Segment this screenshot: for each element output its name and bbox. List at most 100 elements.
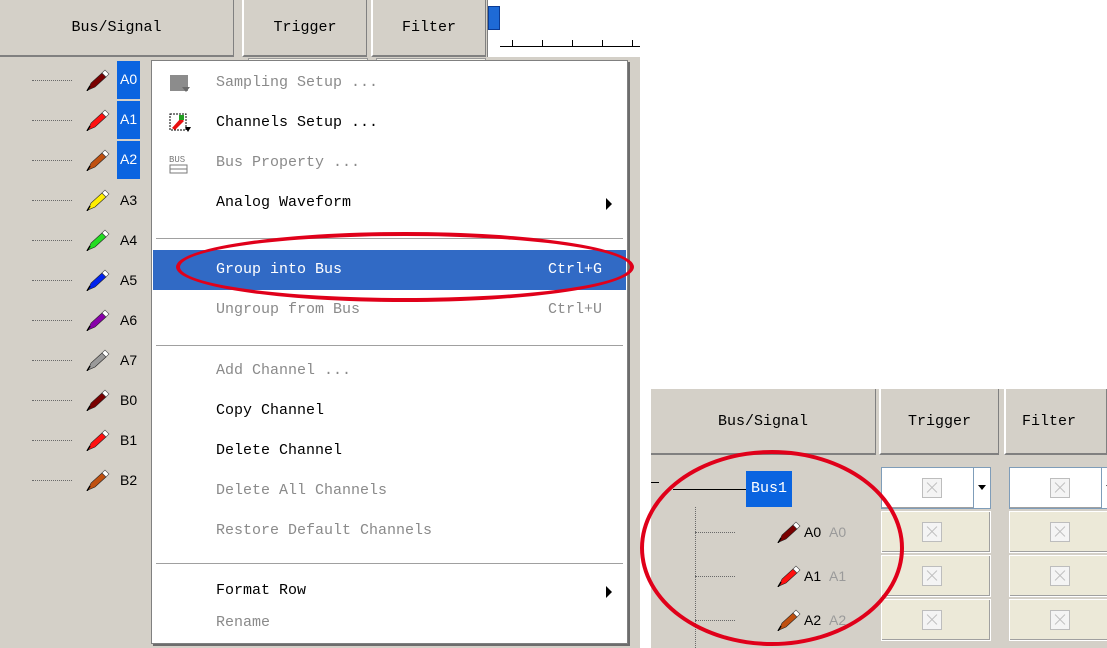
- menu-item-add-channel[interactable]: Add Channel ...: [153, 351, 626, 391]
- menu-item-bus-property[interactable]: BUS Bus Property ...: [153, 143, 626, 183]
- menu-item-sampling-setup[interactable]: Sampling Setup ...: [153, 63, 626, 103]
- menu-item-label: Ungroup from Bus: [216, 301, 361, 318]
- svg-text:BUS: BUS: [169, 155, 185, 165]
- disabled-checkbox-icon: [1050, 478, 1070, 498]
- signal-row[interactable]: A3: [0, 180, 165, 220]
- dropdown-arrow-icon[interactable]: [1101, 468, 1107, 508]
- menu-item-analog-waveform[interactable]: Analog Waveform: [153, 183, 626, 223]
- menu-item-label: Bus Property ...: [216, 154, 361, 171]
- signal-label[interactable]: A0: [117, 61, 141, 99]
- ruler-tick: [542, 40, 543, 46]
- menu-item-ungroup-from-bus[interactable]: Ungroup from Bus Ctrl+U: [153, 290, 626, 330]
- menu-item-copy-channel[interactable]: Copy Channel: [153, 391, 626, 431]
- menu-item-label: Delete Channel: [216, 442, 343, 459]
- bus-signal-row[interactable]: A0 A0: [651, 511, 881, 553]
- menu-item-label: Channels Setup ...: [216, 114, 379, 131]
- menu-item-label: Analog Waveform: [216, 194, 352, 211]
- signal-row[interactable]: A4: [0, 220, 165, 260]
- signal-row[interactable]: B2: [0, 460, 165, 500]
- signal-row[interactable]: A0: [0, 60, 165, 100]
- signal-alias: A1: [829, 568, 847, 584]
- signal-label[interactable]: B0: [117, 389, 140, 411]
- column-header-label: Filter: [401, 19, 456, 36]
- trigger-select[interactable]: [881, 467, 991, 509]
- probe-icon: [777, 565, 801, 587]
- probe-icon: [86, 309, 110, 331]
- menu-item-delete-channel[interactable]: Delete Channel: [153, 431, 626, 471]
- menu-separator: [156, 563, 623, 565]
- column-header-filter[interactable]: Filter: [371, 0, 486, 57]
- trigger-cell[interactable]: [881, 599, 991, 641]
- disabled-checkbox-icon: [1050, 566, 1070, 586]
- filter-cell[interactable]: [1009, 555, 1107, 597]
- signal-label[interactable]: A2: [804, 599, 821, 641]
- submenu-arrow-icon: [606, 198, 612, 210]
- column-header-bus-signal[interactable]: Bus/Signal: [651, 389, 876, 455]
- signal-label[interactable]: A7: [117, 349, 140, 371]
- filter-cell[interactable]: [1009, 599, 1107, 641]
- column-header-label: Bus/Signal: [717, 412, 808, 430]
- tree-connector: [32, 160, 72, 161]
- signal-label[interactable]: A3: [117, 189, 140, 211]
- probe-icon: [86, 109, 110, 131]
- column-header-trigger[interactable]: Trigger: [879, 389, 999, 455]
- ruler-tick: [632, 40, 633, 46]
- signal-label[interactable]: A4: [117, 229, 140, 251]
- probe-icon: [86, 69, 110, 91]
- probe-icon: [86, 349, 110, 371]
- menu-item-group-into-bus[interactable]: Group into Bus Ctrl+G: [153, 250, 626, 290]
- bus-signal-row[interactable]: A1 A1: [651, 555, 881, 597]
- menu-item-delete-all-channels[interactable]: Delete All Channels: [153, 471, 626, 511]
- bus-property-icon: BUS: [169, 155, 188, 174]
- menu-separator: [156, 238, 623, 240]
- signal-row[interactable]: A7: [0, 340, 165, 380]
- filter-select[interactable]: [1009, 467, 1107, 509]
- signal-row[interactable]: A2: [0, 140, 165, 180]
- tree-connector: [695, 576, 735, 577]
- signal-label[interactable]: A0: [804, 511, 821, 553]
- bus-result-panel: Bus/Signal Trigger Filter Bus1 A0 A0 A1 A1 A…: [651, 389, 1107, 648]
- signal-label[interactable]: B2: [117, 469, 140, 491]
- menu-item-channels-setup[interactable]: Channels Setup ...: [153, 103, 626, 143]
- menu-item-restore-default-channels[interactable]: Restore Default Channels: [153, 511, 626, 551]
- bus-signal-row[interactable]: A2 A2: [651, 599, 881, 641]
- probe-icon: [86, 149, 110, 171]
- bus-node[interactable]: Bus1: [746, 471, 793, 507]
- signal-label[interactable]: A6: [117, 309, 140, 331]
- signal-label[interactable]: A1: [117, 101, 141, 139]
- menu-item-label: Restore Default Channels: [216, 522, 433, 539]
- menu-item-rename[interactable]: Rename: [153, 603, 626, 643]
- signal-row[interactable]: B0: [0, 380, 165, 420]
- ruler-tick: [572, 40, 573, 46]
- ruler-tick: [602, 40, 603, 46]
- signal-row[interactable]: B1: [0, 420, 165, 460]
- trigger-cell[interactable]: [881, 555, 991, 597]
- signal-row[interactable]: A1: [0, 100, 165, 140]
- signal-row[interactable]: A5: [0, 260, 165, 300]
- signal-label[interactable]: A5: [117, 269, 140, 291]
- column-header-trigger[interactable]: Trigger: [242, 0, 367, 57]
- menu-item-label: Delete All Channels: [216, 482, 388, 499]
- probe-icon: [86, 429, 110, 451]
- menu-item-label: Rename: [216, 614, 271, 631]
- submenu-arrow-icon: [606, 586, 612, 598]
- signal-label[interactable]: A2: [117, 141, 141, 179]
- tree-connector: [32, 120, 72, 121]
- cursor-marker[interactable]: [488, 6, 500, 30]
- dropdown-arrow-icon[interactable]: [973, 468, 990, 508]
- tree-connector: [673, 489, 746, 490]
- column-header-filter[interactable]: Filter: [1004, 389, 1107, 455]
- trigger-cell[interactable]: [881, 511, 991, 553]
- menu-item-shortcut: Ctrl+U: [547, 301, 602, 318]
- disabled-checkbox-icon: [922, 566, 942, 586]
- signal-row[interactable]: A6: [0, 300, 165, 340]
- menu-separator: [156, 345, 623, 347]
- filter-cell[interactable]: [1009, 511, 1107, 553]
- tree-collapse-icon[interactable]: [651, 482, 659, 495]
- timeline-ruler[interactable]: [487, 0, 640, 57]
- tree-connector: [32, 240, 72, 241]
- column-header-bus-signal[interactable]: Bus/Signal: [0, 0, 234, 57]
- signal-label[interactable]: B1: [117, 429, 140, 451]
- signal-label[interactable]: A1: [804, 555, 821, 597]
- probe-icon: [86, 229, 110, 251]
